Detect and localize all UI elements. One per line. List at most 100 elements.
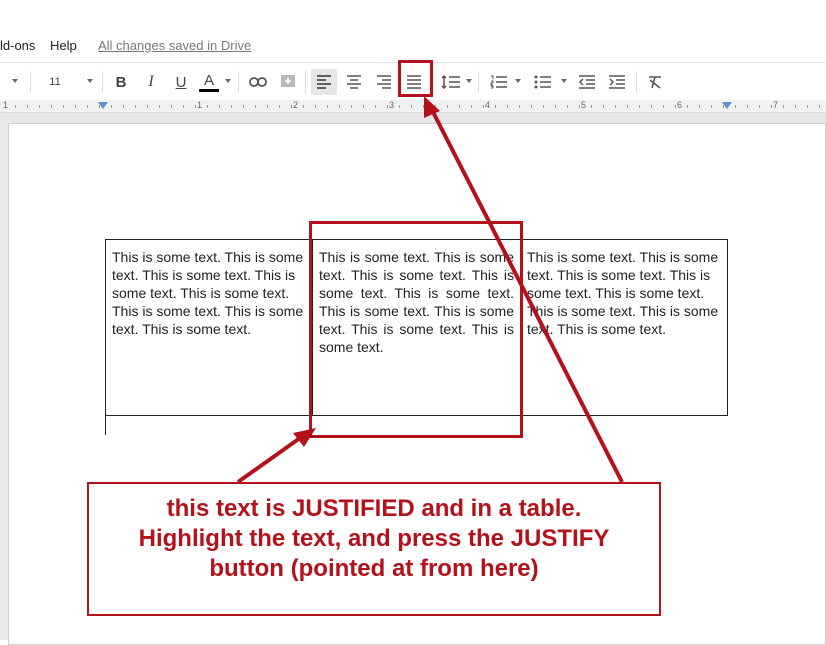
ruler-tick	[759, 105, 760, 108]
align-left-icon	[317, 75, 331, 89]
bold-button[interactable]: B	[110, 69, 132, 95]
ruler-tick	[63, 105, 64, 108]
text-color-swatch	[199, 88, 219, 92]
ruler-tick	[735, 105, 736, 108]
justify-button-highlight	[398, 60, 433, 97]
ruler-tick	[483, 105, 484, 108]
ruler-tick	[327, 105, 328, 108]
ruler-tick	[75, 105, 76, 108]
text-color-caret[interactable]	[225, 79, 231, 83]
ruler-tick	[255, 105, 256, 108]
ruler-tick	[15, 105, 16, 108]
ruler-tick	[99, 105, 100, 108]
ruler-label: 3	[389, 100, 395, 110]
toolbar-divider	[636, 71, 637, 93]
bulleted-list-caret[interactable]	[561, 79, 567, 83]
ruler-tick	[123, 105, 124, 108]
text-color-button[interactable]: A	[198, 69, 220, 95]
font-size-caret[interactable]	[87, 79, 93, 83]
underline-button[interactable]: U	[170, 69, 192, 95]
ruler-tick	[783, 105, 784, 108]
ruler-tick	[771, 105, 772, 108]
decrease-indent-icon	[578, 75, 595, 89]
toolbar-divider	[238, 71, 239, 93]
ruler-label: 1	[197, 100, 203, 110]
menu-help[interactable]: Help	[50, 38, 77, 53]
ruler-tick	[51, 105, 52, 108]
ruler-label: 1	[3, 100, 9, 110]
comment-icon	[281, 75, 295, 87]
align-left-button[interactable]	[311, 69, 337, 95]
font-dropdown-caret[interactable]	[12, 79, 18, 83]
ruler-tick	[207, 105, 208, 108]
ruler-tick	[543, 105, 544, 108]
ruler-tick	[651, 105, 652, 108]
ruler-tick	[567, 105, 568, 108]
ruler-tick	[747, 105, 748, 108]
ruler-tick	[519, 105, 520, 108]
table-cell-left[interactable]: This is some text. This is some text. Th…	[112, 248, 308, 338]
ruler-tick	[183, 105, 184, 108]
ruler-tick	[807, 105, 808, 108]
ruler-tick	[387, 105, 388, 108]
ruler-tick	[459, 105, 460, 108]
ruler-tick	[711, 105, 712, 108]
increase-indent-button[interactable]	[604, 69, 630, 95]
ruler-tick	[243, 105, 244, 108]
line-spacing-button[interactable]	[438, 69, 464, 95]
ruler-tick	[267, 105, 268, 108]
bulleted-list-button[interactable]	[530, 69, 556, 95]
callout-line: Highlight the text, and press the JUSTIF…	[138, 525, 610, 552]
insert-link-button[interactable]	[246, 69, 270, 95]
numbered-list-caret[interactable]	[515, 79, 521, 83]
ruler-label: 7	[773, 100, 779, 110]
align-right-button[interactable]	[371, 69, 397, 95]
insert-comment-button[interactable]	[276, 69, 300, 95]
ruler-tick	[507, 105, 508, 108]
toolbar-divider	[478, 71, 479, 93]
ruler-tick	[303, 105, 304, 108]
clear-formatting-icon	[649, 76, 661, 89]
ruler-tick	[675, 105, 676, 108]
toolbar-divider	[30, 71, 31, 93]
ruler-tick	[495, 105, 496, 108]
bulleted-list-icon	[534, 75, 551, 89]
toolbar-divider	[305, 71, 306, 93]
align-center-icon	[347, 75, 361, 89]
align-center-button[interactable]	[341, 69, 367, 95]
ruler-tick	[627, 105, 628, 108]
ruler-tick	[375, 105, 376, 108]
ruler: 1 1 2 3 4 5 6 7	[0, 100, 826, 113]
ruler-tick	[171, 105, 172, 108]
line-spacing-caret[interactable]	[466, 79, 472, 83]
italic-button[interactable]: I	[140, 69, 162, 95]
decrease-indent-button[interactable]	[574, 69, 600, 95]
ruler-tick	[699, 105, 700, 108]
numbered-list-icon	[490, 75, 507, 89]
ruler-tick	[399, 105, 400, 108]
ruler-tick	[531, 105, 532, 108]
align-right-icon	[377, 75, 391, 89]
ruler-tick	[687, 105, 688, 108]
callout-line: this text is JUSTIFIED and in a table.	[166, 495, 582, 522]
ruler-tick	[111, 105, 112, 108]
ruler-tick	[315, 105, 316, 108]
ruler-tick	[603, 105, 604, 108]
font-size-select[interactable]: 11	[40, 69, 70, 95]
ruler-tick	[555, 105, 556, 108]
ruler-tick	[363, 105, 364, 108]
callout-text: this text is JUSTIFIED and in a table. H…	[139, 494, 610, 604]
clear-formatting-button[interactable]	[642, 69, 668, 95]
numbered-list-button[interactable]	[486, 69, 512, 95]
link-icon	[249, 77, 267, 87]
table-cell-right[interactable]: This is some text. This is some text. Th…	[527, 248, 723, 338]
text-cursor	[105, 416, 106, 435]
ruler-tick	[27, 105, 28, 108]
save-status-link[interactable]: All changes saved in Drive	[98, 38, 251, 53]
ruler-tick	[339, 105, 340, 108]
ruler-tick	[159, 105, 160, 108]
menu-addons[interactable]: ld-ons	[0, 38, 35, 53]
ruler-label: 2	[293, 100, 299, 110]
ruler-tick	[435, 105, 436, 108]
ruler-tick	[291, 105, 292, 108]
